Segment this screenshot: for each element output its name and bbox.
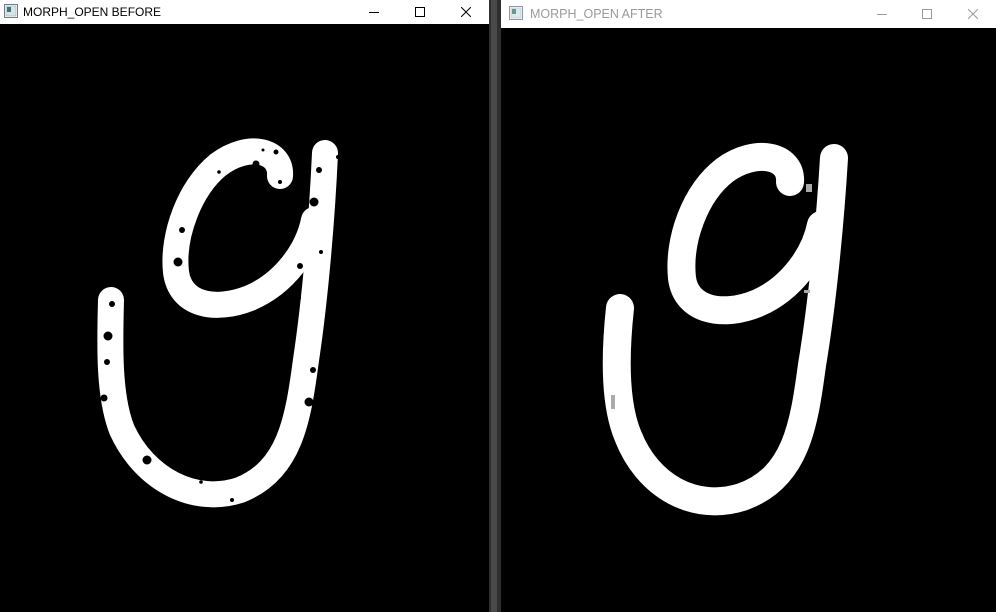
handwritten-g-clean-image — [602, 143, 848, 516]
close-button[interactable] — [950, 0, 996, 28]
handwritten-g-noisy-image — [97, 138, 340, 508]
close-button[interactable] — [443, 0, 489, 24]
titlebar-before[interactable]: MORPH_OPEN BEFORE — [0, 0, 489, 24]
window-after: MORPH_OPEN AFTER — [501, 0, 996, 612]
app-icon — [4, 4, 18, 18]
maximize-button[interactable] — [904, 0, 950, 28]
titlebar-after[interactable]: MORPH_OPEN AFTER — [501, 0, 996, 28]
image-canvas-after — [501, 28, 996, 612]
minimize-button[interactable] — [351, 0, 397, 24]
close-icon — [968, 9, 978, 19]
window-before: MORPH_OPEN BEFORE — [0, 0, 489, 612]
maximize-button[interactable] — [397, 0, 443, 24]
window-title: MORPH_OPEN BEFORE — [23, 5, 162, 19]
minimize-icon — [369, 12, 379, 13]
maximize-icon — [415, 7, 425, 17]
close-icon — [461, 7, 471, 17]
image-canvas-before — [0, 24, 489, 612]
app-icon — [509, 6, 523, 20]
window-title: MORPH_OPEN AFTER — [530, 7, 663, 21]
window-divider — [489, 0, 501, 612]
minimize-button[interactable] — [859, 0, 905, 28]
maximize-icon — [922, 9, 932, 19]
minimize-icon — [877, 14, 887, 15]
